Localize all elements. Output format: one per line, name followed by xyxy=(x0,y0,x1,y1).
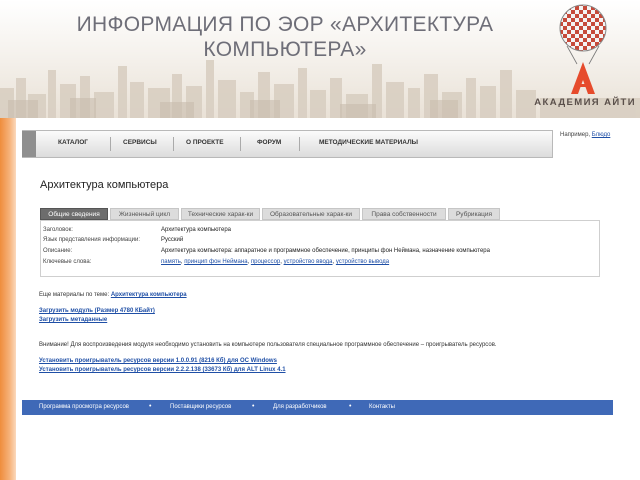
menu-separator xyxy=(299,137,300,151)
menu-item-forum[interactable]: ФОРУМ xyxy=(257,139,281,146)
page-title: Архитектура компьютера xyxy=(40,179,169,191)
footer-link-player[interactable]: Программа просмотра ресурсов xyxy=(39,404,129,410)
download-metadata-link[interactable]: Загрузить метаданные xyxy=(39,317,107,323)
brand-name: АКАДЕМИЯ АЙТИ xyxy=(534,97,636,108)
footer-bullet: • xyxy=(349,403,352,410)
menu-item-services[interactable]: СЕРВИСЫ xyxy=(123,139,157,146)
academy-balloon-logo xyxy=(559,4,607,94)
install-linux: Установить проигрыватель ресурсов версии… xyxy=(39,367,286,373)
footer-bullet: • xyxy=(149,403,152,410)
menu-left-strip xyxy=(22,131,36,157)
info-row-keywords: Ключевые слова: память, принцип фон Нейм… xyxy=(41,257,601,267)
general-info-panel: Заголовок: Архитектура компьютера Язык п… xyxy=(40,220,600,277)
info-row-language: Язык представления информации: Русский xyxy=(41,235,601,245)
info-label: Заголовок: xyxy=(43,227,73,233)
menu-separator xyxy=(110,137,111,151)
keyword-link[interactable]: процессор xyxy=(251,259,280,265)
website-screenshot: КАТАЛОГ СЕРВИСЫ О ПРОЕКТЕ ФОРУМ МЕТОДИЧЕ… xyxy=(22,124,613,420)
keyword-link[interactable]: память xyxy=(161,259,181,265)
info-value: Русский xyxy=(161,237,184,243)
main-menu: КАТАЛОГ СЕРВИСЫ О ПРОЕКТЕ ФОРУМ МЕТОДИЧЕ… xyxy=(22,130,553,158)
info-label: Язык представления информации: xyxy=(43,237,141,243)
search-example: Например, Блюдо xyxy=(560,132,610,138)
menu-item-methodical-materials[interactable]: МЕТОДИЧЕСКИЕ МАТЕРИАЛЫ xyxy=(319,139,418,146)
footer-link-contacts[interactable]: Контакты xyxy=(369,404,395,410)
search-example-link[interactable]: Блюдо xyxy=(592,132,611,138)
menu-item-about[interactable]: О ПРОЕКТЕ xyxy=(186,139,224,146)
slide-title: ИНФОРМАЦИЯ ПО ЭОР «АРХИТЕКТУРА КОМПЬЮТЕР… xyxy=(60,12,510,62)
install-linux-link[interactable]: Установить проигрыватель ресурсов версии… xyxy=(39,367,286,373)
info-row-title: Заголовок: Архитектура компьютера xyxy=(41,225,601,235)
tab-rights[interactable]: Права собственности xyxy=(362,208,446,220)
tab-lifecycle[interactable]: Жизненный цикл xyxy=(110,208,179,220)
keyword-link[interactable]: принцип фон Неймана xyxy=(184,259,247,265)
keyword-link[interactable]: устройство ввода xyxy=(284,259,333,265)
slide-title-line-2: КОМПЬЮТЕРА» xyxy=(203,38,367,61)
footer-link-developers[interactable]: Для разработчиков xyxy=(273,404,327,410)
footer-bullet: • xyxy=(252,403,255,410)
install-windows: Установить проигрыватель ресурсов версии… xyxy=(39,358,277,364)
search-example-prefix: Например, xyxy=(560,132,591,138)
tab-technical[interactable]: Технические харак-ки xyxy=(181,208,260,220)
related-materials-link[interactable]: Архитектура компьютера xyxy=(111,292,187,298)
download-module: Загрузить модуль (Размер 4780 КБайт) xyxy=(39,308,155,314)
info-value: Архитектура компьютера xyxy=(161,227,232,233)
keyword-list: память, принцип фон Неймана, процессор, … xyxy=(161,259,390,265)
info-row-description: Описание: Архитектура компьютера: аппара… xyxy=(41,246,601,256)
top-navigation: КАТАЛОГ СЕРВИСЫ О ПРОЕКТЕ ФОРУМ МЕТОДИЧЕ… xyxy=(22,124,613,160)
slide-header: ИНФОРМАЦИЯ ПО ЭОР «АРХИТЕКТУРА КОМПЬЮТЕР… xyxy=(0,0,640,118)
info-value: Архитектура компьютера: аппаратное и про… xyxy=(161,248,490,254)
player-notice: Внимание! Для воспроизведения модуля нео… xyxy=(39,342,497,348)
tab-educational[interactable]: Образовательные харак-ки xyxy=(262,208,360,220)
menu-separator xyxy=(240,137,241,151)
orange-side-stripe xyxy=(0,118,16,480)
tab-bar: Общие сведения Жизненный цикл Технически… xyxy=(40,208,600,220)
related-materials-label: Еще материалы по теме: xyxy=(39,292,110,298)
related-materials: Еще материалы по теме: Архитектура компь… xyxy=(39,292,187,298)
tab-rubrication[interactable]: Рубрикация xyxy=(448,208,500,220)
download-metadata: Загрузить метаданные xyxy=(39,317,107,323)
menu-separator xyxy=(173,137,174,151)
info-label: Ключевые слова: xyxy=(43,259,92,265)
install-windows-link[interactable]: Установить проигрыватель ресурсов версии… xyxy=(39,358,277,364)
keyword-link[interactable]: устройство вывода xyxy=(336,259,389,265)
slide-title-line-1: ИНФОРМАЦИЯ ПО ЭОР «АРХИТЕКТУРА xyxy=(76,13,494,36)
info-label: Описание: xyxy=(43,248,73,254)
footer-link-providers[interactable]: Поставщики ресурсов xyxy=(170,404,231,410)
download-module-link[interactable]: Загрузить модуль (Размер 4780 КБайт) xyxy=(39,308,155,314)
footer-bar: Программа просмотра ресурсов • Поставщик… xyxy=(22,400,613,415)
tab-general[interactable]: Общие сведения xyxy=(40,208,108,220)
menu-item-catalog[interactable]: КАТАЛОГ xyxy=(58,139,88,146)
